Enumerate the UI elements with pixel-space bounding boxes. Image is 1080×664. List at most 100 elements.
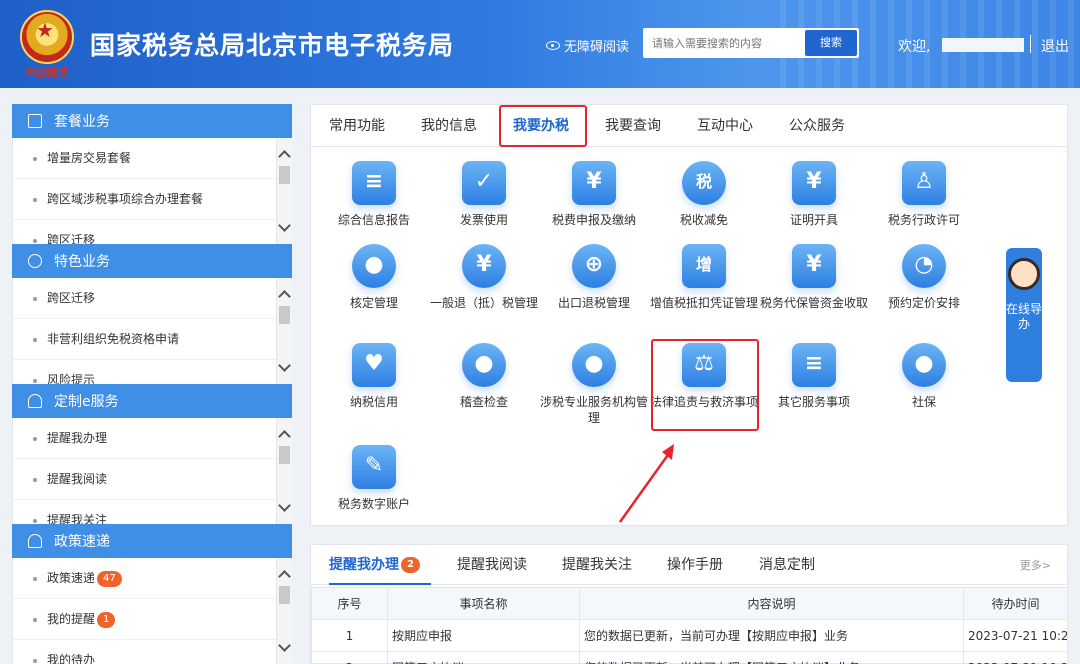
logout-link[interactable]: 退出 <box>1041 36 1069 56</box>
func-custody-fund[interactable]: ¥ 税务代保管资金收取 <box>759 244 869 311</box>
sidebar-item[interactable]: 我的提醒 1 <box>13 599 292 640</box>
scrollbar[interactable] <box>276 278 292 384</box>
tab-message-custom[interactable]: 消息定制 <box>759 545 815 585</box>
sidebar-item[interactable]: 政策速递 47 <box>13 558 292 599</box>
func-tax-credit[interactable]: ♥ 纳税信用 <box>319 343 429 410</box>
search-button[interactable]: 搜索 <box>805 30 857 56</box>
tab-interaction-center[interactable]: 互动中心 <box>697 105 753 147</box>
emblem-star-icon: ★ <box>36 18 54 42</box>
sidebar-list-policy: 政策速递 47 我的提醒 1 我的待办 <box>12 558 292 664</box>
sidebar-section-package[interactable]: 套餐业务 <box>12 104 292 138</box>
cell-item-name[interactable]: 网签三方协议 <box>387 651 580 664</box>
vat-icon: 增 <box>682 244 726 288</box>
digital-account-icon: ✎ <box>352 445 396 489</box>
sidebar-item[interactable]: 我的待办 <box>13 640 292 664</box>
site-title[interactable]: 国家税务总局北京市电子税务局 <box>90 26 454 62</box>
func-other-services[interactable]: ≡ 其它服务事项 <box>759 343 869 410</box>
search-bar: 搜索 <box>643 28 859 58</box>
cell-item-name[interactable]: 按期应申报 <box>387 619 580 652</box>
func-vat-deduction[interactable]: 增增值税抵扣凭证管理 <box>649 244 759 311</box>
func-comprehensive-report[interactable]: ≡ 综合信息报告 <box>319 161 429 228</box>
tab-remind-read[interactable]: 提醒我阅读 <box>457 545 527 585</box>
func-general-refund[interactable]: ¥ 一般退（抵）税管理 <box>429 244 539 311</box>
scroll-thumb[interactable] <box>279 446 290 464</box>
scroll-down-icon[interactable] <box>278 219 291 232</box>
sidebar-section-title: 特色业务 <box>54 254 110 270</box>
sidebar-item[interactable]: 提醒我关注 <box>13 500 292 524</box>
scroll-up-icon[interactable] <box>278 570 291 583</box>
sidebar-item-label: 我的提醒 <box>47 612 96 626</box>
func-social-security[interactable]: ● 社保 <box>869 343 979 410</box>
tab-manual[interactable]: 操作手册 <box>667 545 723 585</box>
online-guide-label: 在线导办 <box>1006 302 1043 331</box>
func-admin-license[interactable]: ♙ 税务行政许可 <box>869 161 979 228</box>
table-row[interactable]: 2 网签三方协议 您的数据已更新，当前可办理【网签三方协议】业务 2023-07… <box>311 651 1068 664</box>
sidebar-item-label: 政策速递 <box>47 571 96 585</box>
scroll-up-icon[interactable] <box>278 150 291 163</box>
credit-icon: ♥ <box>352 343 396 387</box>
more-link[interactable]: 更多> <box>1020 557 1051 573</box>
func-inspection[interactable]: ● 稽查检查 <box>429 343 539 410</box>
scroll-down-icon[interactable] <box>278 639 291 652</box>
tax-payment-icon: ¥ <box>572 161 616 205</box>
func-digital-account[interactable]: ✎ 税务数字账户 <box>319 445 429 512</box>
scroll-down-icon[interactable] <box>278 499 291 512</box>
func-export-refund[interactable]: ⊕ 出口退税管理 <box>539 244 649 311</box>
search-input[interactable] <box>643 28 803 58</box>
scroll-thumb[interactable] <box>279 166 290 184</box>
tab-common-functions[interactable]: 常用功能 <box>329 105 385 147</box>
sidebar-item[interactable]: 提醒我办理 <box>13 418 292 459</box>
cell-time: 2023-07-21 10:2... <box>963 651 1068 664</box>
scroll-down-icon[interactable] <box>278 359 291 372</box>
sidebar-section-policy[interactable]: 政策速递 <box>12 524 292 558</box>
user-icon <box>28 394 42 408</box>
tab-remind-handle[interactable]: 提醒我办理 2 <box>329 545 431 585</box>
count-badge: 1 <box>97 611 116 628</box>
func-agency-management[interactable]: ● 涉税专业服务机构管理 <box>539 343 649 426</box>
func-assessment[interactable]: ● 核定管理 <box>319 244 429 311</box>
scroll-thumb[interactable] <box>279 586 290 604</box>
scroll-up-icon[interactable] <box>278 290 291 303</box>
sidebar-item[interactable]: 增量房交易套餐 <box>13 138 292 179</box>
sidebar-item[interactable]: 跨区迁移 <box>13 278 292 319</box>
reminder-panel: 提醒我办理 2 提醒我阅读 提醒我关注 操作手册 消息定制 更多> 序号 事项名称… <box>310 544 1068 664</box>
sidebar-item[interactable]: 跨区域涉税事项综合办理套餐 <box>13 179 292 220</box>
tab-public-services[interactable]: 公众服务 <box>789 105 845 147</box>
scrollbar[interactable] <box>276 418 292 524</box>
column-header: 事项名称 <box>387 587 580 620</box>
sidebar-item[interactable]: 非营利组织免税资格申请 <box>13 319 292 360</box>
agency-icon: ● <box>572 343 616 387</box>
other-service-icon: ≡ <box>792 343 836 387</box>
sidebar-section-custom[interactable]: 定制e服务 <box>12 384 292 418</box>
func-tax-declaration[interactable]: ¥ 税费申报及缴纳 <box>539 161 649 228</box>
tab-remind-follow[interactable]: 提醒我关注 <box>562 545 632 585</box>
scroll-thumb[interactable] <box>279 306 290 324</box>
func-invoice-usage[interactable]: ✓ 发票使用 <box>429 161 539 228</box>
table-row[interactable]: 1 按期应申报 您的数据已更新，当前可办理【按期应申报】业务 2023-07-2… <box>311 619 1068 652</box>
sidebar: 套餐业务 增量房交易套餐 跨区域涉税事项综合办理套餐 跨区迁移 特色业务 跨区迁… <box>12 104 292 664</box>
cell-time: 2023-07-21 10:2... <box>963 619 1068 652</box>
sidebar-item[interactable]: 跨区迁移 <box>13 220 292 244</box>
tab-query[interactable]: 我要查询 <box>605 105 661 147</box>
reminder-tab-bar: 提醒我办理 2 提醒我阅读 提醒我关注 操作手册 消息定制 更多> <box>311 545 1067 585</box>
sidebar-item[interactable]: 风险提示 <box>13 360 292 384</box>
column-header: 待办时间 <box>963 587 1068 620</box>
func-pricing-arrangement[interactable]: ◔ 预约定价安排 <box>869 244 979 311</box>
username-mask <box>942 38 1024 52</box>
func-tax-reduction[interactable]: 税税收减免 <box>649 161 759 228</box>
sidebar-list-custom: 提醒我办理 提醒我阅读 提醒我关注 <box>12 418 292 524</box>
layers-icon <box>28 114 42 128</box>
count-badge: 47 <box>97 570 122 587</box>
tab-my-info[interactable]: 我的信息 <box>421 105 477 147</box>
sidebar-section-featured[interactable]: 特色业务 <box>12 244 292 278</box>
sidebar-item[interactable]: 提醒我阅读 <box>13 459 292 500</box>
sidebar-list-featured: 跨区迁移 非营利组织免税资格申请 风险提示 <box>12 278 292 384</box>
inspection-icon: ● <box>462 343 506 387</box>
scrollbar[interactable] <box>276 138 292 244</box>
annotation-arrow-icon <box>618 444 674 523</box>
scrollbar[interactable] <box>276 558 292 664</box>
scroll-up-icon[interactable] <box>278 430 291 443</box>
func-certificate[interactable]: ¥ 证明开具 <box>759 161 869 228</box>
reminder-table: 序号 事项名称 内容说明 待办时间 1 按期应申报 您的数据已更新，当前可办理【… <box>311 587 1068 664</box>
accessibility-link[interactable]: 无障碍阅读 <box>546 36 629 55</box>
